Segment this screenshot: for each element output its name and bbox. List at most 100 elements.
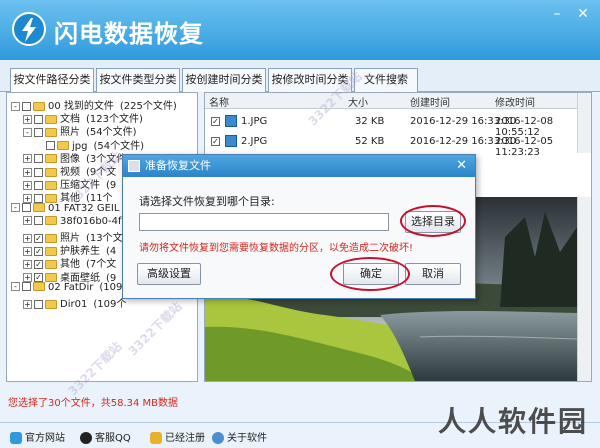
tree-checkbox[interactable]: ✓	[34, 273, 43, 283]
tree-item[interactable]: + ✓ 照片 (13个文	[23, 229, 123, 244]
tab[interactable]: 按文件类型分类	[96, 68, 180, 92]
tree-item[interactable]: + ✓ 护肤养生 (4	[23, 242, 116, 257]
tree-item[interactable]: + Dir01 (109个	[23, 295, 126, 310]
tree-checkbox[interactable]: ✓	[34, 259, 43, 269]
file-name: 2.JPG	[241, 136, 268, 147]
official-site-label: 官方网站	[25, 433, 65, 444]
ok-button[interactable]: 确定	[343, 263, 399, 285]
tree-checkbox[interactable]: ✓	[34, 233, 43, 243]
tree-checkbox[interactable]	[22, 101, 31, 111]
dialog-app-icon	[128, 160, 140, 172]
tree-item-label: Dir01	[60, 299, 88, 310]
app-window: 闪电数据恢复 – ✕ 按文件路径分类 按文件类型分类 按创建时间分类 按修改时间分类文…	[0, 0, 600, 448]
tree-item[interactable]: + 图像 (3个文件)	[23, 150, 130, 165]
tree-checkbox[interactable]	[34, 114, 43, 124]
file-row[interactable]: ✓ 1.JPG 32 KB 2016-12-29 16:33:30 2016-12-08…	[205, 113, 577, 138]
official-site-link[interactable]: 官方网站	[10, 429, 65, 444]
tree-item-count: (109	[99, 281, 123, 293]
image-file-icon	[225, 135, 237, 147]
dialog-prompt: 请选择文件恢复到哪个目录:	[139, 195, 275, 208]
tree-item[interactable]: + 其他 (11个	[23, 189, 113, 204]
expand-toggle-icon[interactable]: +	[23, 154, 32, 164]
tree-checkbox[interactable]	[34, 299, 43, 309]
tree-checkbox[interactable]: ✓	[34, 246, 43, 256]
tree-item[interactable]: + 压缩文件 (9	[23, 176, 116, 191]
folder-icon	[45, 154, 57, 164]
file-row[interactable]: ✓ 2.JPG 52 KB 2016-12-29 16:33:30 2016-12-05…	[205, 133, 577, 158]
folder-icon	[33, 203, 45, 213]
tree-checkbox[interactable]	[22, 203, 31, 213]
tab[interactable]: 文件搜索	[354, 68, 418, 92]
tree-item[interactable]: jpg (54个文件)	[35, 137, 144, 152]
tree-checkbox[interactable]	[22, 282, 31, 292]
grid-scrollbar[interactable]	[577, 93, 591, 153]
tree-item[interactable]: - 02 FatDir (109	[11, 282, 122, 295]
expand-toggle-icon[interactable]: -	[11, 101, 20, 111]
status-text: 您选择了30个文件，共58.34 MB数据	[8, 398, 179, 409]
expand-toggle-icon[interactable]: -	[11, 282, 20, 292]
expand-toggle-icon[interactable]: +	[23, 246, 32, 256]
expand-toggle-icon[interactable]: +	[23, 299, 32, 309]
tree-checkbox[interactable]	[34, 127, 43, 137]
about-link[interactable]: 关于软件	[212, 429, 267, 444]
qq-support-link[interactable]: 客服QQ	[80, 429, 131, 444]
file-size: 52 KB	[355, 136, 385, 147]
registered-link[interactable]: 已经注册	[150, 429, 205, 444]
col-header-created[interactable]: 创建时间	[410, 94, 450, 109]
folder-icon	[45, 299, 57, 309]
advanced-settings-button[interactable]: 高级设置	[137, 263, 201, 285]
tree-item[interactable]: + ✓ 其他 (7个文	[23, 255, 116, 270]
tree-checkbox[interactable]	[34, 216, 43, 226]
tree-item[interactable]: + 视频 (9个文	[23, 163, 116, 178]
close-icon[interactable]: ✕	[574, 6, 592, 22]
file-checkbox[interactable]: ✓	[211, 137, 220, 146]
expand-toggle-icon[interactable]: +	[23, 114, 32, 124]
bottom-bar: 官方网站 客服QQ 已经注册 关于软件	[0, 422, 600, 448]
col-header-name[interactable]: 名称	[209, 94, 229, 109]
tree-checkbox[interactable]	[34, 154, 43, 164]
tree-item[interactable]: + ✓ 桌面壁纸 (9	[23, 269, 116, 284]
folder-icon	[45, 193, 57, 203]
file-name: 1.JPG	[241, 116, 268, 127]
folder-icon	[45, 273, 57, 283]
tree-item[interactable]: -00 找到的文件 (225个文件)	[11, 97, 177, 112]
choose-dir-button[interactable]: 选择目录	[405, 211, 461, 233]
grid-header: 名称 大小 创建时间 修改时间	[205, 93, 591, 109]
col-header-modified[interactable]: 修改时间	[495, 94, 535, 109]
title-bar: 闪电数据恢复 – ✕	[0, 0, 600, 60]
tab[interactable]: 按修改时间分类	[268, 68, 352, 92]
dialog-close-icon[interactable]: ✕	[456, 158, 467, 173]
tree-item[interactable]: + 文档 (123个文件)	[23, 110, 143, 125]
tree-checkbox[interactable]	[34, 180, 43, 190]
expand-toggle-icon[interactable]: +	[23, 233, 32, 243]
info-icon	[212, 432, 224, 444]
expand-toggle-icon[interactable]: -	[23, 127, 32, 137]
col-header-size[interactable]: 大小	[348, 94, 368, 109]
tab[interactable]: 按创建时间分类	[182, 68, 266, 92]
tab[interactable]: 按文件路径分类	[10, 68, 94, 93]
expand-toggle-icon[interactable]: +	[23, 167, 32, 177]
minimize-button[interactable]: –	[548, 6, 566, 22]
expand-toggle-icon[interactable]: +	[23, 216, 32, 226]
expand-toggle-icon[interactable]: -	[11, 203, 20, 213]
tree-checkbox[interactable]	[46, 141, 55, 151]
lightning-logo-icon	[12, 12, 46, 46]
expand-toggle-icon[interactable]: +	[23, 193, 32, 203]
tree-item[interactable]: - 照片 (54个文件)	[23, 123, 137, 138]
tree-checkbox[interactable]	[34, 167, 43, 177]
cancel-button[interactable]: 取消	[405, 263, 461, 285]
tree-item[interactable]: - 01 FAT32 GEIL	[11, 203, 125, 216]
folder-icon	[45, 246, 57, 256]
qq-penguin-icon	[80, 432, 92, 444]
expand-toggle-icon[interactable]: +	[23, 259, 32, 269]
key-icon	[150, 432, 162, 444]
expand-toggle-icon[interactable]: +	[23, 180, 32, 190]
restore-path-input[interactable]	[139, 213, 389, 231]
tree-checkbox[interactable]	[34, 193, 43, 203]
file-checkbox[interactable]: ✓	[211, 117, 220, 126]
expand-toggle-icon[interactable]: +	[23, 273, 32, 283]
folder-icon	[45, 180, 57, 190]
folder-icon	[33, 282, 45, 292]
folder-icon	[45, 259, 57, 269]
preview-scrollbar[interactable]	[577, 197, 591, 381]
